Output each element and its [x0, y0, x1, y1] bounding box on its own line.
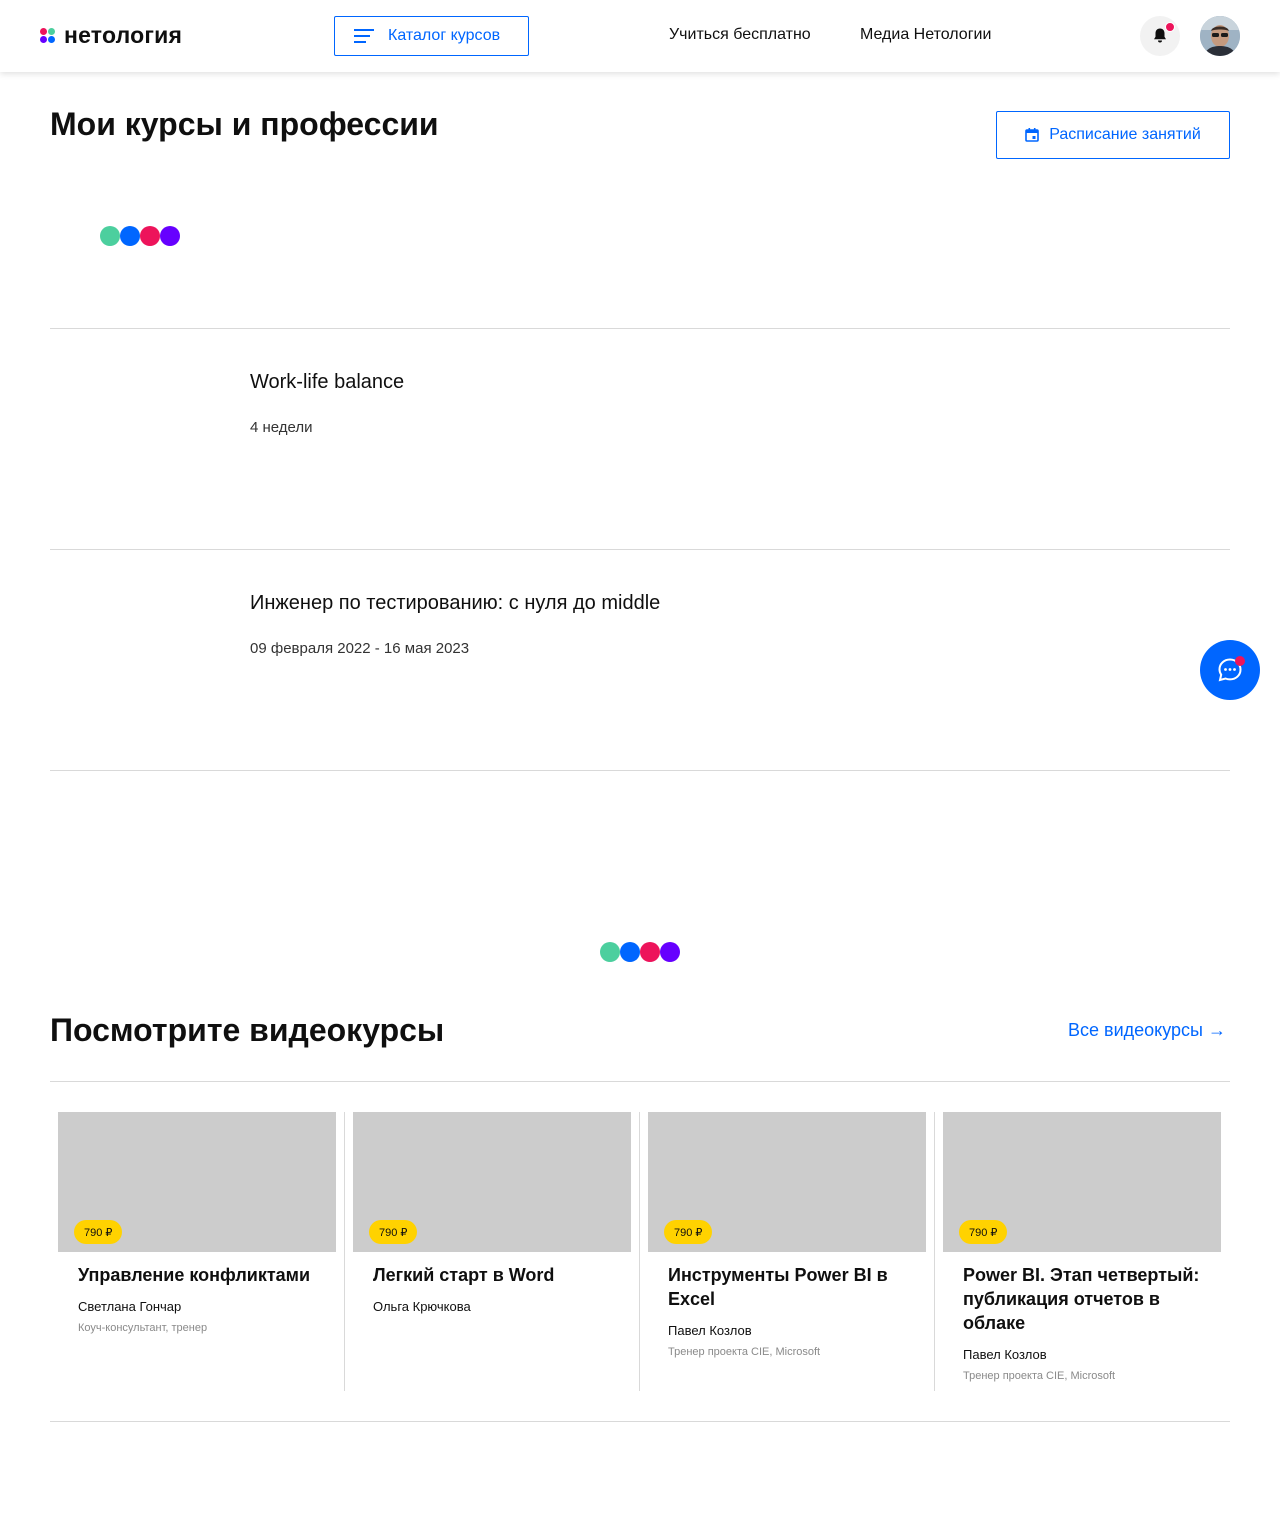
card-author: Светлана Гончар: [78, 1299, 182, 1314]
nav-link-learn-free[interactable]: Учиться бесплатно: [669, 26, 811, 44]
calendar-icon: [1025, 128, 1040, 142]
chat-button[interactable]: [1200, 640, 1260, 700]
divider: [50, 770, 1230, 771]
card-cover-image: 790 ₽: [943, 1112, 1221, 1252]
card-title: Инструменты Power BI в Excel: [668, 1265, 888, 1309]
schedule-button-label: Расписание занятий: [1049, 126, 1201, 143]
card-author: Павел Козлов: [668, 1323, 752, 1338]
card-author-role: Тренер проекта CIE, Microsoft: [668, 1346, 821, 1358]
burger-menu-icon: [354, 29, 374, 43]
chat-notification-badge: [1235, 656, 1245, 666]
card-cover-image: 790 ₽: [648, 1112, 926, 1252]
card-title: Power BI. Этап четвертый: публикация отч…: [963, 1265, 1200, 1333]
section-title: Посмотрите видеокурсы: [50, 1012, 445, 1048]
course-title[interactable]: Инженер по тестированию: с нуля до middl…: [250, 592, 660, 615]
videocourse-card[interactable]: 790 ₽ Инструменты Power BI в Excel Павел…: [640, 1112, 935, 1391]
course-duration: 4 недели: [250, 419, 313, 436]
card-cover-image: 790 ₽: [58, 1112, 336, 1252]
all-videocourses-link[interactable]: Все видеокурсы →: [1068, 1020, 1226, 1041]
card-author: Ольга Крючкова: [373, 1299, 471, 1314]
logo-mark-icon: [40, 27, 56, 44]
catalog-button[interactable]: Каталог курсов: [334, 16, 529, 56]
card-title: Управление конфликтами: [78, 1265, 311, 1285]
logo[interactable]: нетология: [40, 22, 182, 49]
site-header: нетология Каталог курсов Учиться бесплат…: [0, 0, 1280, 72]
card-cover-image: 790 ₽: [353, 1112, 631, 1252]
card-author: Павел Козлов: [963, 1347, 1047, 1362]
card-title: Легкий старт в Word: [373, 1265, 555, 1285]
logo-text: нетология: [64, 22, 183, 48]
price-badge: 790 ₽: [369, 1220, 418, 1244]
notifications-button[interactable]: [1140, 16, 1180, 56]
videocourse-card[interactable]: 790 ₽ Power BI. Этап четвертый: публикац…: [935, 1112, 1230, 1391]
catalog-button-label: Каталог курсов: [388, 27, 501, 44]
card-author-role: Коуч-консультант, тренер: [78, 1322, 208, 1334]
page-title: Мои курсы и профессии: [50, 106, 439, 142]
divider: [50, 549, 1230, 550]
price-badge: 790 ₽: [959, 1220, 1008, 1244]
card-author-role: Тренер проекта CIE, Microsoft: [963, 1370, 1116, 1382]
videocourse-card[interactable]: 790 ₽ Легкий старт в Word Ольга Крючкова: [345, 1112, 640, 1391]
divider: [50, 1421, 1230, 1422]
divider: [50, 1081, 1230, 1082]
loading-indicator: [100, 226, 180, 246]
loading-indicator: [600, 942, 680, 962]
schedule-button[interactable]: Расписание занятий: [996, 111, 1230, 159]
nav-link-media[interactable]: Медиа Нетологии: [860, 26, 991, 44]
notification-badge: [1165, 22, 1175, 32]
price-badge: 790 ₽: [664, 1220, 713, 1244]
divider: [50, 328, 1230, 329]
videocourse-cards: 790 ₽ Управление конфликтами Светлана Го…: [50, 1112, 1230, 1391]
price-badge: 790 ₽: [74, 1220, 123, 1244]
course-title[interactable]: Work-life balance: [250, 371, 404, 394]
avatar[interactable]: [1200, 16, 1240, 56]
course-dates: 09 февраля 2022 - 16 мая 2023: [250, 640, 470, 657]
videocourse-card[interactable]: 790 ₽ Управление конфликтами Светлана Го…: [50, 1112, 345, 1391]
avatar-image: [1200, 16, 1240, 56]
